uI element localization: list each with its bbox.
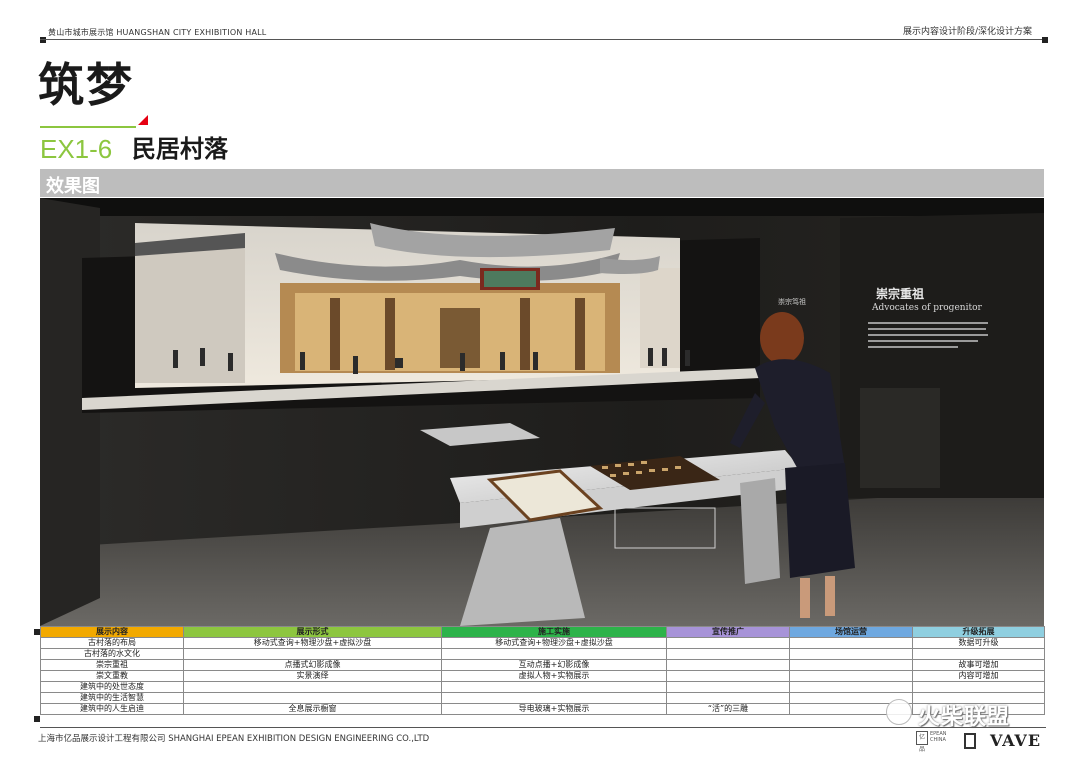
- cell: 全息展示橱窗: [183, 703, 442, 715]
- cell: 移动式查询+物理沙盘+虚拟沙盘: [441, 637, 667, 649]
- cell: [441, 692, 667, 704]
- header-operation: 场馆运营: [789, 626, 913, 638]
- cell: [441, 681, 667, 693]
- cell: [789, 648, 913, 660]
- table-row: 崇宗重祖 点播式幻影成像 互动点播+幻影成像 故事可增加: [40, 659, 1045, 671]
- cell: 古村落的布局: [40, 637, 184, 649]
- cell: 崇宗重祖: [40, 659, 184, 671]
- cell: [666, 681, 790, 693]
- cell: [666, 659, 790, 671]
- cell: [183, 648, 442, 660]
- cell: 互动点播+幻影成像: [441, 659, 667, 671]
- cell: [912, 681, 1045, 693]
- cell: 故事可增加: [912, 659, 1045, 671]
- watermark: 火柴联盟: [886, 697, 1046, 730]
- header-implementation: 施工实施: [441, 626, 667, 638]
- cell: [183, 681, 442, 693]
- footer-company: 上海市亿品展示设计工程有限公司 SHANGHAI EPEAN EXHIBITIO…: [38, 734, 430, 744]
- vave-logo: VAVE: [990, 731, 1042, 750]
- cell: 建筑中的处世态度: [40, 681, 184, 693]
- cell: “活”的三雕: [666, 703, 790, 715]
- panel-title: 崇宗重祖: [876, 286, 924, 301]
- cell: 虚拟人物+实物展示: [441, 670, 667, 682]
- cell: 移动式查询+物理沙盘+虚拟沙盘: [183, 637, 442, 649]
- exhibit-name: 民居村落: [132, 135, 228, 163]
- cell: [666, 670, 790, 682]
- epean-logo: 亿品 EPEAN CHINA: [916, 731, 947, 753]
- header-rule: [40, 39, 1046, 40]
- cell: [666, 648, 790, 660]
- image-tag-bar: 效果图: [40, 169, 1044, 197]
- epean-logo-mark: 亿品: [916, 731, 928, 753]
- table-row: 建筑中的处世态度: [40, 681, 1045, 693]
- cell: 建筑中的人生启迪: [40, 703, 184, 715]
- cell: 崇文重教: [40, 670, 184, 682]
- cell: 数据可升级: [912, 637, 1045, 649]
- cell: 点播式幻影成像: [183, 659, 442, 671]
- table-row: 古村落的布局 移动式查询+物理沙盘+虚拟沙盘 移动式查询+物理沙盘+虚拟沙盘 数…: [40, 637, 1045, 649]
- epean-logo-text: EPEAN CHINA: [930, 731, 947, 743]
- header-form: 展示形式: [183, 626, 442, 638]
- cell: [789, 681, 913, 693]
- cell: [789, 670, 913, 682]
- table-row: 古村落的水文化: [40, 648, 1045, 660]
- watermark-logo-icon: [886, 699, 912, 725]
- table-corner-mark: [34, 629, 40, 635]
- panel-subtitle: Advocates of progenitor: [871, 303, 982, 313]
- cell: 建筑中的生活智慧: [40, 692, 184, 704]
- cell: [789, 637, 913, 649]
- header-stage: 展示内容设计阶段/深化设计方案: [902, 27, 1032, 37]
- header-project-name: 黄山市城市展示馆 HUANGSHAN CITY EXHIBITION HALL: [48, 28, 267, 37]
- header-upgrade: 升级拓展: [912, 626, 1045, 638]
- cell: [666, 637, 790, 649]
- exhibition-render: 崇宗重祖 Advocates of progenitor 崇宗笃祖: [40, 198, 1044, 626]
- exhibit-code: EX1-6: [40, 134, 113, 164]
- header-content: 展示内容: [40, 626, 184, 638]
- footer-rule: [40, 727, 1046, 728]
- header-corner-right: [1042, 37, 1048, 43]
- section-title: 筑梦: [38, 58, 134, 112]
- cell: [183, 692, 442, 704]
- render-illustration: 崇宗重祖 Advocates of progenitor 崇宗笃祖: [40, 198, 1044, 626]
- cell: 导电玻璃+实物展示: [441, 703, 667, 715]
- image-tag: 效果图: [46, 176, 100, 197]
- table-row: 崇文重教 实景演绎 虚拟人物+实物展示 内容可增加: [40, 670, 1045, 682]
- door-logo-icon: [964, 733, 976, 749]
- cell: 内容可增加: [912, 670, 1045, 682]
- small-sign: 崇宗笃祖: [778, 297, 806, 306]
- table-corner-mark: [34, 716, 40, 722]
- header-corner-left: [40, 37, 46, 43]
- title-underline: [40, 126, 136, 128]
- cell: [441, 648, 667, 660]
- header-promotion: 宣传推广: [666, 626, 790, 638]
- cell: [912, 648, 1045, 660]
- title-red-mark: [138, 115, 148, 125]
- cell: [789, 659, 913, 671]
- table-header-row: 展示内容 展示形式 施工实施 宣传推广 场馆运营 升级拓展: [40, 626, 1045, 638]
- cell: 实景演绎: [183, 670, 442, 682]
- cell: 古村落的水文化: [40, 648, 184, 660]
- cell: [666, 692, 790, 704]
